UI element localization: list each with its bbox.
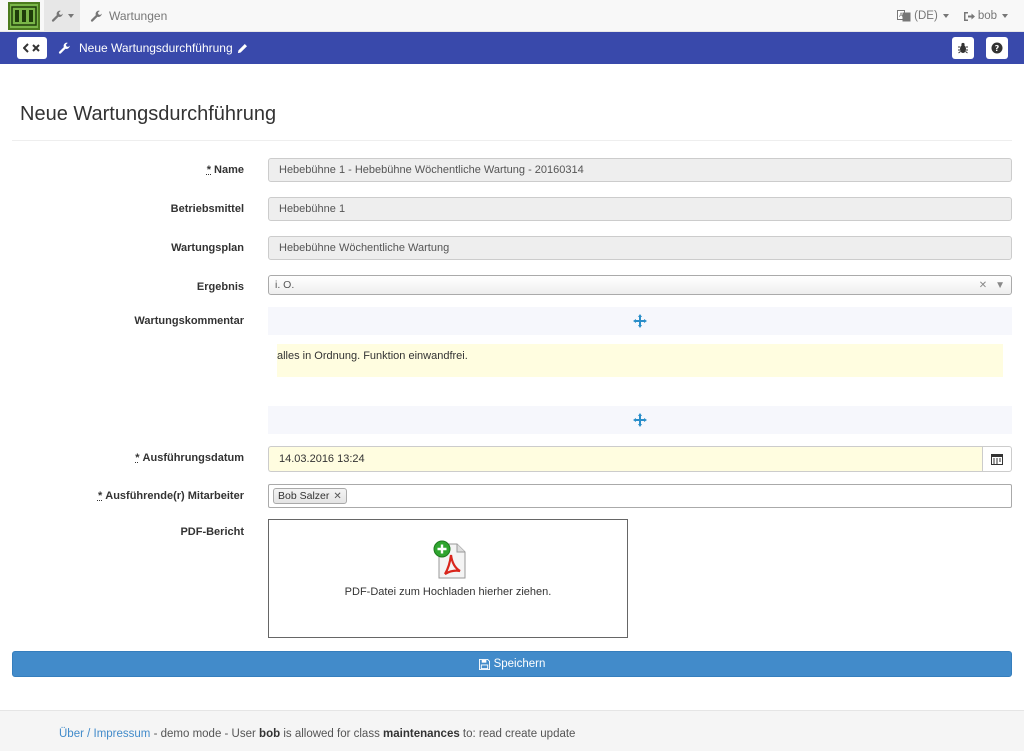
staff-multiselect[interactable]: Bob Salzer ✕ [268, 484, 1012, 508]
staff-label-text: Ausführende(r) Mitarbeiter [105, 490, 244, 502]
comment-editor[interactable]: alles in Ordnung. Funktion einwandfrei. [277, 344, 1003, 377]
asset-label: Betriebsmittel [170, 203, 244, 215]
language-label: (DE) [914, 10, 938, 22]
breadcrumb-maintenances[interactable]: Wartungen [90, 0, 167, 32]
calendar-icon [991, 454, 1003, 465]
comment-add-above[interactable] [268, 307, 1012, 335]
footer-text: Über / Impressum - demo mode - User bob … [59, 728, 575, 740]
name-label-text: Name [214, 164, 244, 176]
close-back-button[interactable] [17, 37, 47, 59]
select-controls: ✕ ▼ [979, 280, 1005, 291]
breadcrumb-label: Wartungen [109, 9, 168, 23]
staff-tag-label: Bob Salzer [278, 490, 330, 502]
clear-icon[interactable]: ✕ [979, 280, 987, 291]
move-plus-icon [633, 314, 647, 328]
result-select[interactable]: i. O. ✕ ▼ [268, 275, 1012, 295]
date-input[interactable]: 14.03.2016 13:24 [268, 446, 982, 472]
context-bar: Neue Wartungsdurchführung ? [0, 32, 1024, 64]
name-label: * Name [207, 164, 244, 176]
date-label: * Ausführungsdatum [135, 452, 244, 464]
app-logo[interactable] [8, 2, 40, 30]
footer-text-part: is allowed for class [280, 728, 384, 740]
chevron-down-icon [1002, 14, 1008, 18]
staff-label: * Ausführende(r) Mitarbeiter [98, 490, 244, 502]
right-nav: A (DE) bob [897, 0, 1008, 32]
calendar-button[interactable] [982, 446, 1012, 472]
footer: Über / Impressum - demo mode - User bob … [0, 710, 1024, 751]
question-icon: ? [991, 42, 1003, 54]
comment-add-below[interactable] [268, 406, 1012, 434]
save-button[interactable]: Speichern [12, 651, 1012, 677]
save-button-label: Speichern [493, 658, 546, 670]
wrench-icon [51, 10, 63, 22]
language-menu[interactable]: A (DE) [897, 10, 949, 22]
floppy-disk-icon [478, 658, 490, 670]
asset-field: Hebebühne 1 [268, 197, 1012, 221]
logo-icon [11, 6, 37, 26]
pdf-dropzone[interactable]: PDF-Datei zum Hochladen hierher ziehen. [268, 519, 628, 638]
required-marker: * [206, 164, 212, 176]
svg-text:?: ? [995, 44, 1000, 53]
pdf-add-icon [433, 540, 466, 579]
comment-label: Wartungskommentar [134, 315, 244, 327]
plan-label: Wartungsplan [171, 242, 244, 254]
pdf-label: PDF-Bericht [180, 526, 244, 538]
context-title-text: Neue Wartungsdurchführung [79, 41, 233, 55]
bug-report-button[interactable] [952, 37, 974, 59]
top-navbar: Wartungen A (DE) bob [0, 0, 1024, 32]
pencil-icon[interactable] [237, 43, 248, 54]
footer-text-part: - demo mode - User [150, 728, 260, 740]
name-field: Hebebühne 1 - Hebebühne Wöchentliche War… [268, 158, 1012, 182]
user-label: bob [977, 10, 997, 22]
tools-menu-toggle[interactable] [44, 0, 80, 32]
page-title: Neue Wartungsdurchführung [20, 103, 277, 125]
header-divider [12, 140, 1012, 141]
help-button[interactable]: ? [986, 37, 1008, 59]
wrench-icon [58, 42, 70, 54]
dropzone-hint: PDF-Datei zum Hochladen hierher ziehen. [344, 586, 552, 598]
required-marker: * [97, 490, 103, 502]
footer-text-part: to: read create update [459, 728, 576, 740]
result-label: Ergebnis [196, 281, 244, 293]
staff-tag: Bob Salzer ✕ [273, 488, 347, 504]
remove-tag-icon[interactable]: ✕ [333, 491, 341, 502]
chevron-down-icon [67, 14, 74, 18]
chevron-down-icon[interactable]: ▼ [995, 280, 1005, 291]
date-label-text: Ausführungsdatum [142, 452, 244, 464]
required-marker: * [135, 452, 140, 464]
user-menu[interactable]: bob [963, 10, 1008, 22]
plan-field: Hebebühne Wöchentliche Wartung [268, 236, 1012, 260]
bug-icon [958, 42, 968, 54]
wrench-icon [90, 10, 102, 22]
footer-user: bob [259, 728, 281, 740]
sign-out-icon [963, 11, 975, 21]
result-selected-value: i. O. [275, 279, 295, 291]
chevron-down-icon [942, 14, 949, 18]
back-close-icon [23, 43, 40, 53]
context-title: Neue Wartungsdurchführung [58, 32, 248, 64]
language-icon: A [897, 10, 911, 22]
footer-class: maintenances [383, 728, 460, 740]
move-plus-icon [633, 413, 647, 427]
about-imprint-link[interactable]: Über / Impressum [59, 728, 150, 740]
